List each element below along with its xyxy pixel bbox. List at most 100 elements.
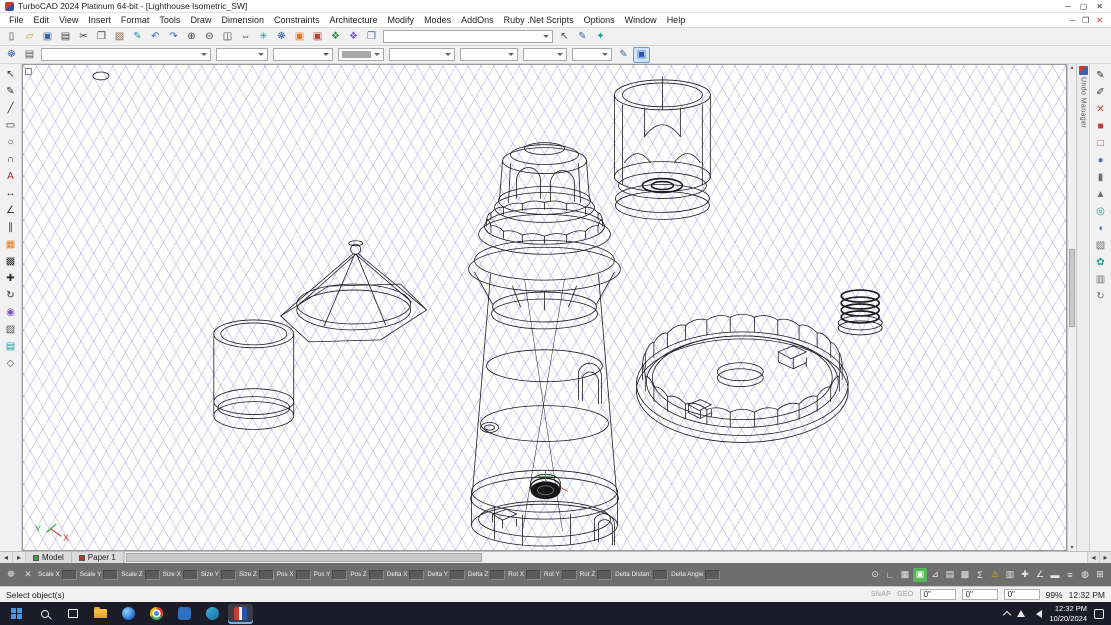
new-file-button[interactable]: ▯ bbox=[3, 29, 20, 45]
line-tool[interactable]: ╱ bbox=[2, 101, 20, 117]
drawing-canvas[interactable]: Y X bbox=[22, 64, 1067, 551]
tab-scroll-prev-button[interactable]: ◂ bbox=[0, 552, 13, 563]
text-style-combo[interactable] bbox=[572, 48, 612, 61]
crosshair-toggle[interactable]: ✚ bbox=[1018, 568, 1032, 582]
menu-tools[interactable]: Tools bbox=[154, 15, 185, 25]
inspector-field-input[interactable] bbox=[450, 570, 465, 580]
document-restore-button[interactable]: ❐ bbox=[1082, 16, 1089, 25]
angle-tool[interactable]: ∠ bbox=[2, 203, 20, 219]
inspector-field-input[interactable] bbox=[705, 570, 720, 580]
marker-red-tool[interactable]: ✕ bbox=[1092, 102, 1110, 118]
paste-button[interactable]: ▨ bbox=[111, 29, 128, 45]
document-close-button[interactable]: ✕ bbox=[1096, 16, 1103, 25]
selector-2d-toggle[interactable]: ▣ bbox=[633, 47, 650, 63]
maximize-button[interactable]: ▢ bbox=[1080, 2, 1088, 11]
pen-color-combo[interactable] bbox=[338, 48, 384, 61]
menu-draw[interactable]: Draw bbox=[185, 15, 216, 25]
shell-tool[interactable]: ◖ bbox=[1092, 221, 1110, 237]
box-tool[interactable]: ▧ bbox=[2, 322, 20, 338]
parallel-tool[interactable]: ∥ bbox=[2, 220, 20, 236]
cone-tool[interactable]: ▲ bbox=[1092, 187, 1110, 203]
menu-constraints[interactable]: Constraints bbox=[269, 15, 325, 25]
open-file-button[interactable]: ▱ bbox=[21, 29, 38, 45]
circle-tool[interactable]: ○ bbox=[2, 135, 20, 151]
network-icon[interactable] bbox=[1017, 610, 1025, 617]
settings-gear-button[interactable]: ☸ bbox=[273, 29, 290, 45]
brush-color-combo[interactable] bbox=[460, 48, 518, 61]
edit-pen-button[interactable]: ✎ bbox=[574, 29, 591, 45]
arc-tool[interactable]: ∩ bbox=[2, 152, 20, 168]
select-tool[interactable]: ↖ bbox=[2, 67, 20, 83]
print-button[interactable]: ▤ bbox=[57, 29, 74, 45]
undo-button[interactable]: ↶ bbox=[147, 29, 164, 45]
tab-paper-1[interactable]: Paper 1 bbox=[72, 552, 124, 563]
inspector-field-input[interactable] bbox=[145, 570, 160, 580]
property-settings-button[interactable]: ☸ bbox=[3, 47, 20, 63]
pattern-teal-tool[interactable]: ✿ bbox=[1092, 255, 1110, 271]
task-view-button[interactable] bbox=[60, 604, 85, 624]
redo-button[interactable]: ↷ bbox=[165, 29, 182, 45]
taskbar-clock[interactable]: 12:32 PM 10/20/2024 bbox=[1049, 604, 1087, 624]
table-button[interactable]: ▤ bbox=[943, 568, 957, 582]
notification-center-button[interactable] bbox=[1094, 609, 1104, 619]
inspector-field-input[interactable] bbox=[221, 570, 236, 580]
menu-dimension[interactable]: Dimension bbox=[216, 15, 269, 25]
snap-status-toggle[interactable]: SNAP bbox=[871, 591, 891, 598]
zoom-out-button[interactable]: ⊖ bbox=[201, 29, 218, 45]
copy-button[interactable]: ❐ bbox=[93, 29, 110, 45]
vertical-scroll-thumb[interactable] bbox=[1069, 249, 1075, 327]
workplane-toggle[interactable]: ⊿ bbox=[928, 568, 942, 582]
inspector-field-input[interactable] bbox=[562, 570, 577, 580]
warning-indicator[interactable]: ⚠ bbox=[988, 568, 1002, 582]
canvas-horizontal-scrollbar[interactable] bbox=[124, 552, 1087, 563]
app-blue-button[interactable] bbox=[172, 604, 197, 624]
inspector-close-button[interactable]: ✕ bbox=[21, 568, 35, 582]
extrude-tool[interactable]: ▥ bbox=[1092, 272, 1110, 288]
ruler-toggle[interactable]: ▬ bbox=[1048, 568, 1062, 582]
purple-tool-button[interactable]: ❖ bbox=[345, 29, 362, 45]
move-tool[interactable]: ✚ bbox=[2, 271, 20, 287]
help-pointer-button[interactable]: ↖ bbox=[556, 29, 573, 45]
layers-button[interactable]: ≡ bbox=[1063, 568, 1077, 582]
rotate-tool[interactable]: ↻ bbox=[2, 288, 20, 304]
inspector-field-input[interactable] bbox=[296, 570, 311, 580]
sketch-pen-tool[interactable]: ✎ bbox=[2, 84, 20, 100]
menu-addons[interactable]: AddOns bbox=[456, 15, 499, 25]
workspace-button[interactable]: ▣ bbox=[291, 29, 308, 45]
selector-combo[interactable] bbox=[383, 30, 553, 43]
scroll-up-arrow[interactable]: ▴ bbox=[1070, 64, 1073, 71]
scroll-left-arrow[interactable]: ◂ bbox=[1087, 552, 1099, 563]
file-explorer-button[interactable] bbox=[88, 604, 113, 624]
sphere-blue-tool[interactable]: ● bbox=[1092, 153, 1110, 169]
undo-manager-panel-tab[interactable]: Undo Manager bbox=[1076, 64, 1089, 551]
geo-status-toggle[interactable]: GEO bbox=[897, 591, 913, 598]
menu-window[interactable]: Window bbox=[620, 15, 662, 25]
tab-scroll-next-button[interactable]: ▸ bbox=[13, 552, 26, 563]
pen-width-combo[interactable] bbox=[273, 48, 333, 61]
globe-button[interactable]: ◍ bbox=[1078, 568, 1092, 582]
selection-info-combo[interactable] bbox=[41, 48, 211, 61]
zoom-level[interactable]: 99% bbox=[1046, 590, 1063, 600]
chrome-button[interactable] bbox=[144, 604, 169, 624]
render-view-toggle[interactable]: ▣ bbox=[913, 568, 927, 582]
close-button[interactable]: ✕ bbox=[1096, 2, 1103, 11]
inspector-field-input[interactable] bbox=[62, 570, 77, 580]
edit-pencil-tool[interactable]: ✎ bbox=[1092, 68, 1110, 84]
edge-button[interactable] bbox=[116, 604, 141, 624]
menu-modes[interactable]: Modes bbox=[419, 15, 456, 25]
delete-button[interactable]: ▣ bbox=[309, 29, 326, 45]
menu-edit[interactable]: Edit bbox=[29, 15, 55, 25]
revolve-tool[interactable]: ↻ bbox=[1092, 289, 1110, 305]
scroll-down-arrow[interactable]: ▾ bbox=[1070, 544, 1073, 551]
cylinder-tool[interactable]: ▮ bbox=[1092, 170, 1110, 186]
tray-chevron-icon[interactable] bbox=[1003, 611, 1011, 619]
inspector-settings-button[interactable]: ☸ bbox=[4, 568, 18, 582]
coord-z-field[interactable]: 0" bbox=[1004, 589, 1040, 600]
tab-model[interactable]: Model bbox=[26, 552, 72, 563]
box-3d-tool[interactable]: ▧ bbox=[1092, 238, 1110, 254]
save-file-button[interactable]: ▣ bbox=[39, 29, 56, 45]
ortho-toggle[interactable]: ∟ bbox=[883, 568, 897, 582]
angle-snap-toggle[interactable]: ∠ bbox=[1033, 568, 1047, 582]
menu-modify[interactable]: Modify bbox=[383, 15, 420, 25]
inspector-field-input[interactable] bbox=[332, 570, 347, 580]
